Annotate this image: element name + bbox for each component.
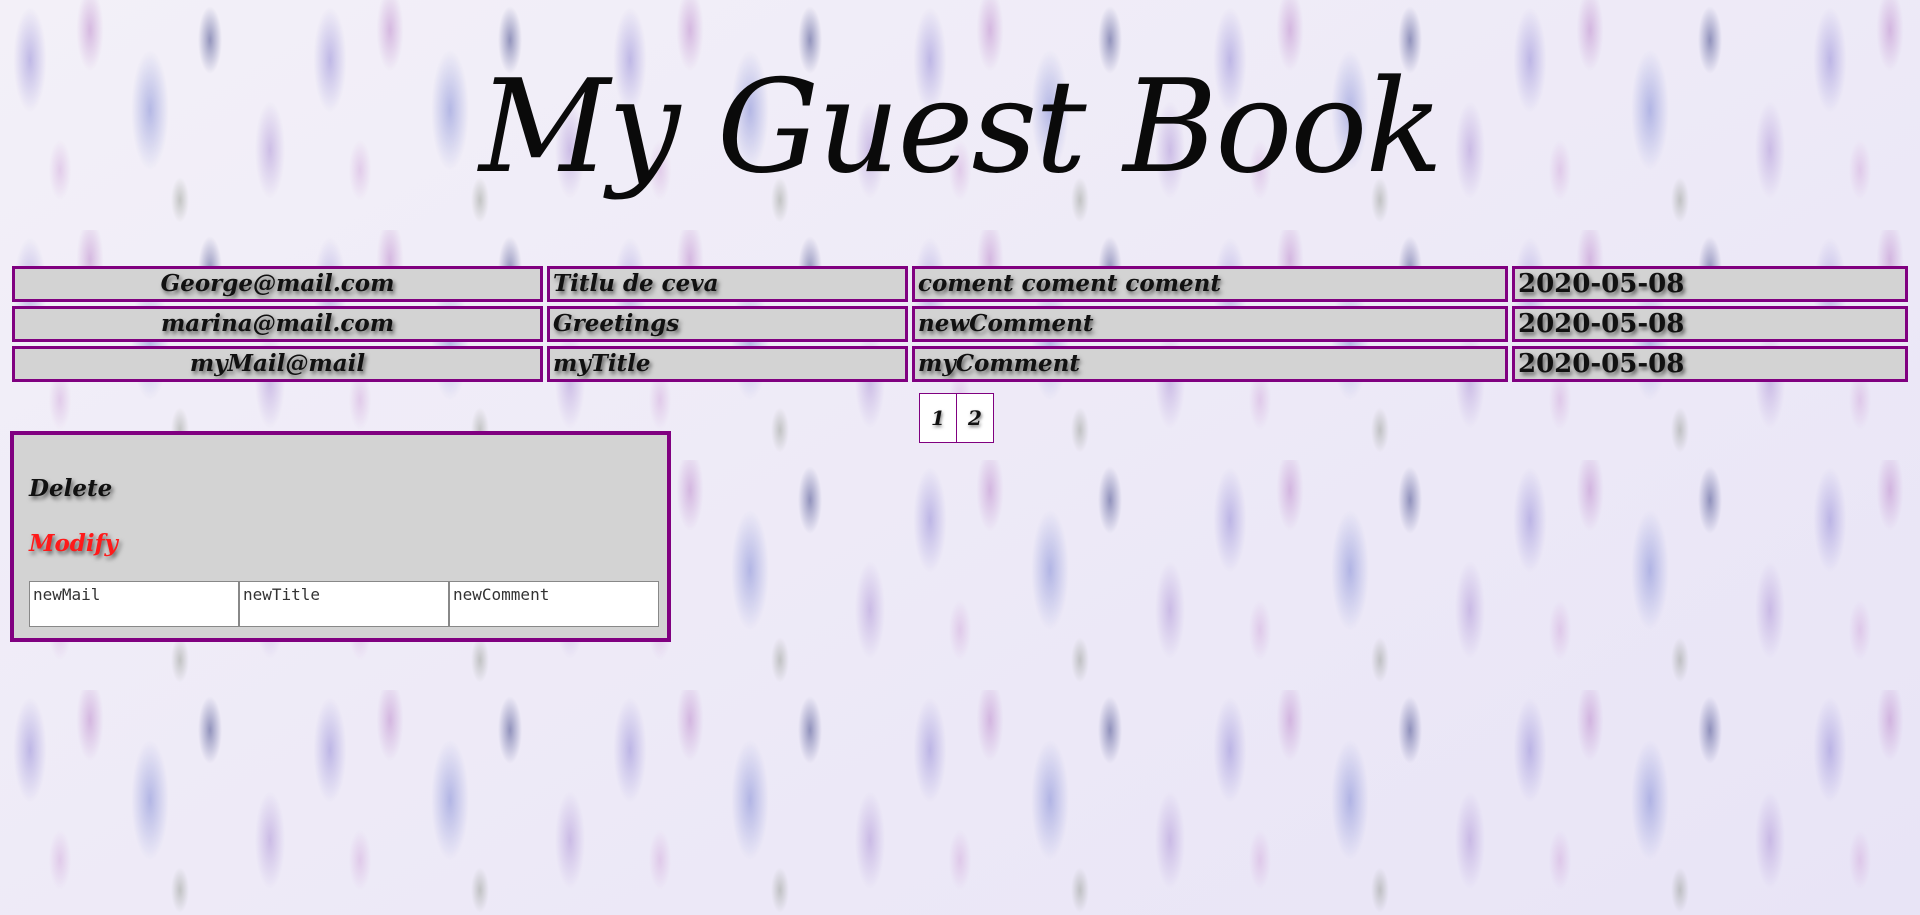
entry-mail: marina@mail.com: [12, 306, 543, 342]
new-comment-field[interactable]: [449, 581, 659, 627]
page-background: { "header": { "title": "My Guest Book" }…: [0, 0, 1920, 915]
page-title: My Guest Book: [478, 53, 1443, 202]
modify-button[interactable]: Modify: [29, 530, 118, 557]
entry-date: 2020-05-08: [1512, 266, 1908, 302]
entry-comment: myComment: [912, 346, 1508, 382]
entry-comment: coment coment coment: [912, 266, 1508, 302]
new-mail-field[interactable]: [29, 581, 239, 627]
entry-comment: newComment: [912, 306, 1508, 342]
entry-title: Greetings: [547, 306, 908, 342]
entry-title: myTitle: [547, 346, 908, 382]
pagination: 1 2: [919, 393, 994, 443]
entry-mail: George@mail.com: [12, 266, 543, 302]
delete-button[interactable]: Delete: [29, 475, 112, 502]
page-2-button[interactable]: 2: [956, 393, 994, 443]
entry-title: Titlu de ceva: [547, 266, 908, 302]
new-title-field[interactable]: [239, 581, 449, 627]
entry-mail: myMail@mail: [12, 346, 543, 382]
entry-date: 2020-05-08: [1512, 346, 1908, 382]
entry-date: 2020-05-08: [1512, 306, 1908, 342]
page-1-button[interactable]: 1: [919, 393, 957, 443]
edit-fields: [29, 581, 659, 627]
edit-panel: Delete Modify: [10, 431, 671, 642]
